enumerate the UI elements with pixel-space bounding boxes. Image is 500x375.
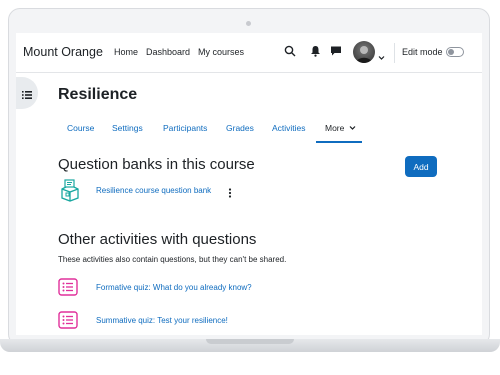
edit-mode-label: Edit mode (402, 47, 443, 57)
laptop-camera (246, 21, 251, 26)
quiz-icon (58, 311, 78, 334)
formative-quiz-link[interactable]: Formative quiz: What do you already know… (96, 283, 252, 292)
bell-icon[interactable] (310, 44, 321, 62)
nav-dashboard-link[interactable]: Dashboard (146, 47, 190, 57)
nav-my-courses-link[interactable]: My courses (198, 47, 244, 57)
drawer-list-icon (22, 87, 32, 105)
other-activities-heading: Other activities with questions (58, 231, 257, 248)
navbar-divider (394, 43, 395, 63)
active-tab-indicator (316, 141, 362, 143)
question-banks-heading: Question banks in this course (58, 156, 255, 173)
user-avatar[interactable] (353, 41, 375, 63)
tab-grades[interactable]: Grades (226, 123, 254, 133)
edit-mode-toggle[interactable] (446, 47, 464, 57)
tab-participants[interactable]: Participants (163, 123, 207, 133)
tab-more-label: More (325, 123, 345, 133)
browser-screen: Mount Orange Home Dashboard My courses E… (16, 33, 482, 335)
question-bank-link[interactable]: Resilience course question bank (96, 186, 211, 195)
site-brand[interactable]: Mount Orange (23, 45, 103, 59)
tab-more[interactable]: More (325, 123, 356, 133)
question-bank-icon (59, 178, 81, 207)
course-title: Resilience (58, 86, 138, 103)
course-index-drawer-button[interactable] (16, 77, 38, 109)
chat-icon[interactable] (330, 44, 342, 62)
nav-home-link[interactable]: Home (114, 47, 138, 57)
summative-quiz-link[interactable]: Summative quiz: Test your resilience! (96, 316, 228, 325)
chevron-down-icon (349, 126, 356, 130)
search-icon[interactable] (284, 44, 296, 62)
kebab-menu-icon[interactable] (228, 185, 232, 203)
tab-activities[interactable]: Activities (272, 123, 306, 133)
tab-course[interactable]: Course (67, 123, 94, 133)
chevron-down-icon[interactable] (378, 48, 385, 66)
laptop-base-notch (206, 339, 294, 344)
add-question-bank-button[interactable]: Add (405, 156, 437, 177)
quiz-icon (58, 278, 78, 301)
top-navbar: Mount Orange Home Dashboard My courses E… (16, 33, 482, 73)
tab-settings[interactable]: Settings (112, 123, 143, 133)
other-activities-description: These activities also contain questions,… (58, 255, 287, 264)
